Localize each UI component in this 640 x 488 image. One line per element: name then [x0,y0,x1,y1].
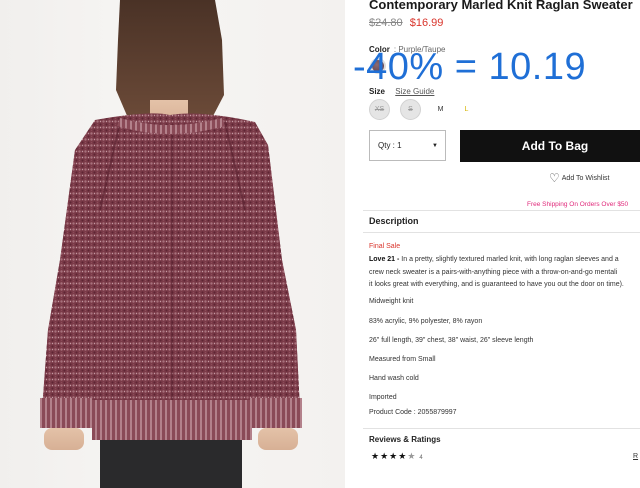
star-rating: ★★★★★ 4 [371,451,423,462]
star-icon: ★ [380,451,390,461]
size-option-s[interactable]: S [400,99,421,120]
size-option-m[interactable]: M [430,99,451,120]
product-code: Product Code : 2055879997 [369,409,457,416]
star-icon: ★ [371,451,381,461]
size-row: Size Size Guide [369,87,434,96]
heart-icon: ♡ [549,171,560,185]
divider [363,232,640,233]
detail-item: Imported [369,394,397,401]
description-line: crew neck sweater is a pairs-with-anythi… [369,268,618,276]
discount-overlay: -40% = 10.19 [353,46,587,88]
star-empty-icon: ★ [407,451,417,461]
description-heading[interactable]: Description [369,216,419,226]
divider [363,210,640,211]
star-icon: ★ [398,451,408,461]
size-option-l[interactable]: L [456,99,477,120]
sale-price: $16.99 [409,17,444,29]
description-line: In a pretty, slightly textured marled kn… [399,256,619,263]
size-guide-link[interactable]: Size Guide [395,87,434,96]
product-image[interactable] [0,0,345,488]
star-icon: ★ [389,451,399,461]
size-option-xs[interactable]: XS [369,99,390,120]
add-to-wishlist-link[interactable]: ♡ Add To Wishlist [549,171,610,185]
description-text: Love 21 - In a pretty, slightly textured… [369,254,640,292]
price-block: $24.80 $16.99 [369,17,443,29]
write-review-link[interactable]: R [633,453,638,460]
chevron-down-icon: ▼ [432,143,438,149]
detail-item: 83% acrylic, 9% polyester, 8% rayon [369,318,483,325]
review-count: 4 [419,455,423,461]
reviews-heading[interactable]: Reviews & Ratings [369,435,441,444]
divider [363,428,640,429]
quantity-label: Qty : 1 [378,141,402,150]
sweater-photo-illustration [40,0,302,488]
product-title: Contemporary Marled Knit Raglan Sweater [369,0,633,12]
final-sale-label: Final Sale [369,243,401,250]
detail-item: 26" full length, 39" chest, 38" waist, 2… [369,337,534,344]
free-shipping-notice: Free Shipping On Orders Over $50 [527,201,629,208]
description-line: it looks great with everything, and is g… [369,281,624,288]
detail-item: Midweight knit [369,298,414,305]
add-to-bag-button[interactable]: Add To Bag [460,130,640,162]
brand-name: Love 21 - [369,256,400,263]
wishlist-label: Add To Wishlist [561,174,610,182]
detail-item: Hand wash cold [369,375,419,382]
original-price: $24.80 [369,17,403,29]
quantity-select[interactable]: Qty : 1 ▼ [369,130,446,161]
size-label: Size [369,87,386,96]
detail-item: Measured from Small [369,356,436,363]
